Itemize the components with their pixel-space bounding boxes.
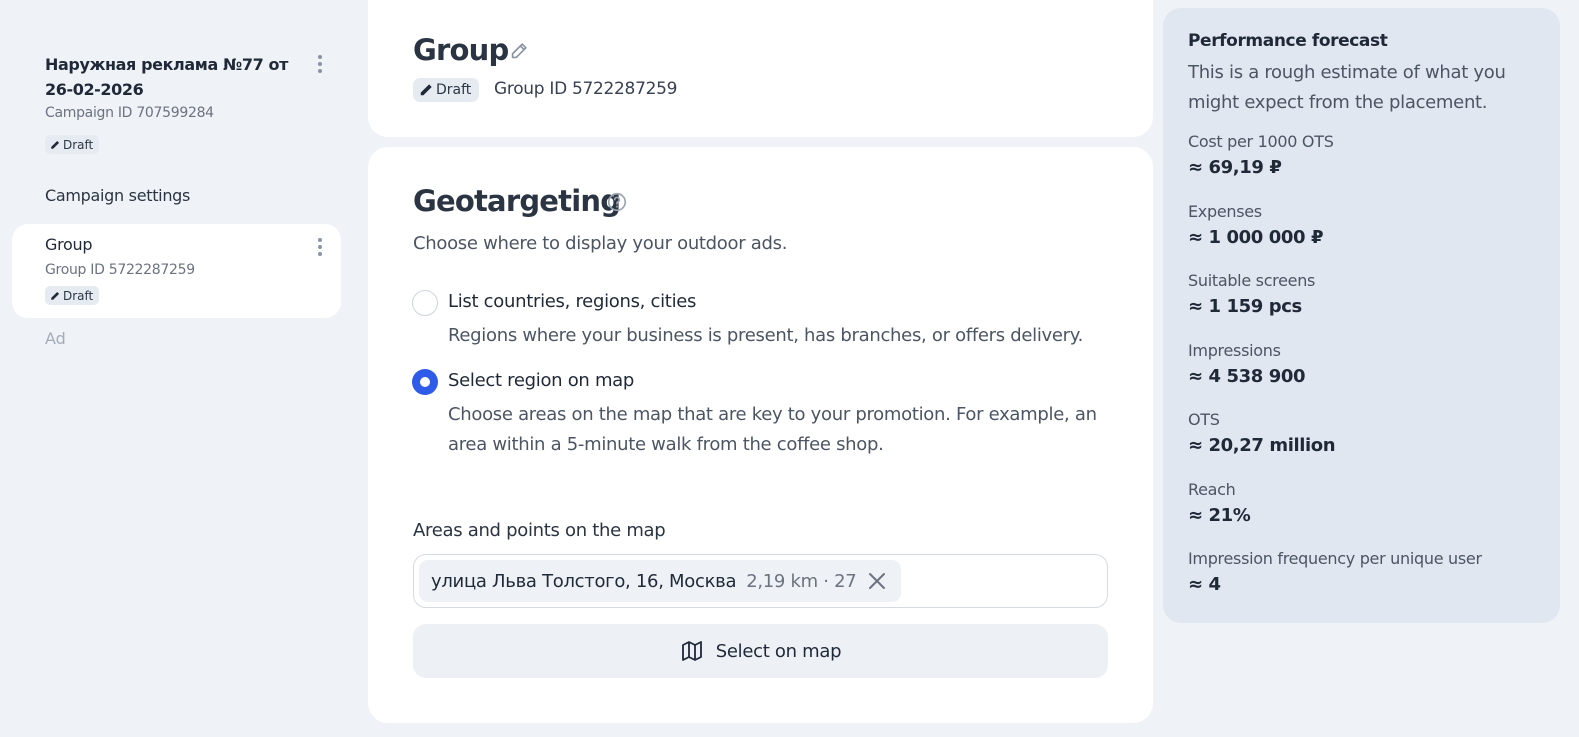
campaign-kebab-menu-icon[interactable] xyxy=(312,52,328,76)
sidebar-item-ad[interactable]: Ad xyxy=(45,329,66,348)
campaign-settings-link[interactable]: Campaign settings xyxy=(45,186,190,205)
metric-reach: Reach ≈ 21% xyxy=(1188,480,1251,526)
radio-help-text: Choose areas on the map that are key to … xyxy=(448,404,1097,455)
sidebar: Наружная реклама №77 от 26-02-2026 Campa… xyxy=(12,0,341,737)
geotargeting-description: Choose where to display your outdoor ads… xyxy=(413,233,788,254)
group-kebab-menu-icon[interactable] xyxy=(312,235,328,259)
metric-label: Impressions xyxy=(1188,341,1281,360)
metric-label: Reach xyxy=(1188,480,1236,499)
metric-label: OTS xyxy=(1188,410,1220,429)
pencil-icon xyxy=(51,291,60,300)
campaign-id: Campaign ID 707599284 xyxy=(45,105,214,121)
areas-field[interactable]: улица Льва Толстого, 16, Москва 2,19 km … xyxy=(413,554,1108,608)
geotargeting-card: Geotargeting Choose where to display you… xyxy=(368,147,1153,723)
forecast-title: Performance forecast xyxy=(1188,31,1388,51)
forecast-description: This is a rough estimate of what you mig… xyxy=(1188,62,1506,113)
close-icon[interactable] xyxy=(867,571,887,591)
campaign-title: Наружная реклама №77 от 26-02-2026 xyxy=(45,55,288,99)
select-on-map-button[interactable]: Select on map xyxy=(413,624,1108,678)
metric-value: ≈ 4 538 900 xyxy=(1188,366,1306,387)
geotargeting-title: Geotargeting xyxy=(413,184,621,218)
question-circle-icon[interactable] xyxy=(606,191,628,213)
campaign-status-label: Draft xyxy=(63,137,94,152)
group-status-label: Draft xyxy=(63,288,94,303)
performance-forecast-panel: Performance forecast This is a rough est… xyxy=(1163,8,1560,623)
group-status-badge: Draft xyxy=(45,286,100,305)
metric-label: Cost per 1000 OTS xyxy=(1188,132,1334,151)
metric-suitable-screens: Suitable screens ≈ 1 159 pcs xyxy=(1188,271,1315,317)
radio-label: Select region on map xyxy=(448,370,635,391)
metric-impressions: Impressions ≈ 4 538 900 xyxy=(1188,341,1306,387)
page-title: Group xyxy=(413,33,509,67)
radio-label: List countries, regions, cities xyxy=(448,291,697,312)
area-chip-meta: 2,19 km · 27 xyxy=(746,570,857,592)
metric-expenses: Expenses ≈ 1 000 000 ₽ xyxy=(1188,202,1324,248)
radio-list-regions[interactable] xyxy=(412,290,438,316)
metric-value: ≈ 1 159 pcs xyxy=(1188,296,1302,317)
areas-label: Areas and points on the map xyxy=(413,520,666,541)
radio-help-text: Regions where your business is present, … xyxy=(448,325,1083,346)
pencil-icon xyxy=(420,84,432,96)
metric-value: ≈ 20,27 million xyxy=(1188,435,1336,456)
metric-label: Expenses xyxy=(1188,202,1262,221)
metric-label: Suitable screens xyxy=(1188,271,1316,290)
metric-value: ≈ 1 000 000 ₽ xyxy=(1188,227,1324,248)
sidebar-group-title: Group xyxy=(45,235,93,254)
header-status-label: Draft xyxy=(436,82,472,98)
area-chip[interactable]: улица Льва Толстого, 16, Москва 2,19 km … xyxy=(419,560,901,602)
metric-label: Impression frequency per unique user xyxy=(1188,549,1482,568)
campaign-status-badge: Draft xyxy=(45,135,100,154)
group-header-card: Group Draft Group ID 5722287259 xyxy=(368,0,1153,137)
header-status-badge: Draft xyxy=(413,78,480,102)
map-icon xyxy=(681,641,702,661)
radio-select-map[interactable] xyxy=(412,369,438,395)
metric-impression-frequency: Impression frequency per unique user ≈ 4 xyxy=(1188,549,1482,595)
metric-cost-per-1000-ots: Cost per 1000 OTS ≈ 69,19 ₽ xyxy=(1188,132,1334,178)
header-group-id: Group ID 5722287259 xyxy=(494,79,678,99)
sidebar-item-group[interactable]: Group Group ID 5722287259 Draft xyxy=(12,224,341,318)
pencil-icon xyxy=(51,140,60,149)
edit-pencil-icon[interactable] xyxy=(508,40,530,62)
sidebar-group-id: Group ID 5722287259 xyxy=(45,262,195,278)
metric-value: ≈ 69,19 ₽ xyxy=(1188,157,1282,178)
metric-ots: OTS ≈ 20,27 million xyxy=(1188,410,1336,456)
campaign-card[interactable]: Наружная реклама №77 от 26-02-2026 Campa… xyxy=(12,40,341,165)
metric-value: ≈ 21% xyxy=(1188,505,1251,526)
select-on-map-label: Select on map xyxy=(715,640,842,662)
area-chip-address: улица Льва Толстого, 16, Москва xyxy=(431,570,737,592)
metric-value: ≈ 4 xyxy=(1188,574,1221,595)
